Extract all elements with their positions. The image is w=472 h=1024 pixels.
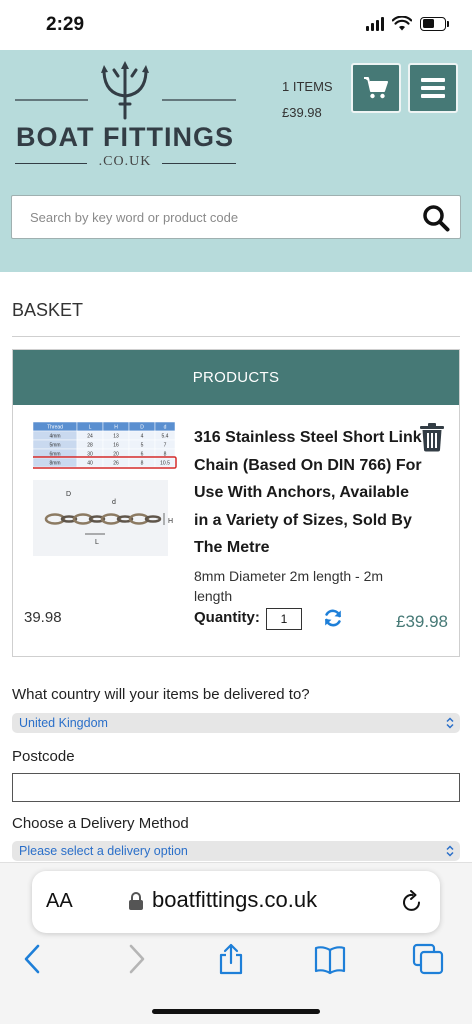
image-table-cell: 5: [141, 443, 144, 449]
divider: [12, 336, 460, 337]
menu-button[interactable]: [408, 63, 458, 113]
product-image[interactable]: Thread L H Dd4mm 24 13 4 5.45mm 28 16 5 76mm 30 20 6 88…: [33, 422, 183, 556]
search-input[interactable]: [12, 196, 412, 238]
image-table-cell: 26: [113, 461, 119, 467]
basket-table: PRODUCTS Thread L H Dd 4mm 24 13 4 5.4 5mm 28 16 5 7 6…: [12, 349, 460, 657]
page-title: BASKET: [12, 300, 84, 320]
search-bar: [11, 195, 461, 239]
image-table-cell: 8: [141, 461, 144, 467]
image-table-header: Thread: [47, 425, 63, 431]
diagram-label: L: [95, 539, 99, 546]
delivery-method-label: Choose a Delivery Method: [12, 815, 189, 832]
line-total: £39.98: [396, 612, 448, 631]
text-size-button[interactable]: AA: [46, 890, 73, 913]
reload-icon[interactable]: [400, 890, 424, 914]
browser-toolbar: AA boatfittings.co.uk: [0, 862, 472, 1024]
shopping-cart-icon: [364, 77, 388, 99]
country-label: What country will your items be delivere…: [12, 686, 310, 703]
home-indicator: [152, 1009, 320, 1014]
trident-icon: [15, 61, 236, 120]
image-table-cell: 8mm: [49, 461, 60, 467]
hamburger-menu-icon: [421, 78, 445, 98]
select-chevron-icon: [446, 845, 454, 857]
wifi-icon: [392, 16, 412, 31]
image-table-cell: 4: [141, 434, 144, 440]
browser-nav: [0, 943, 472, 975]
image-table-cell: 5.4: [162, 434, 169, 440]
image-table-cell: 13: [113, 434, 119, 440]
cart-item-count: 1 ITEMS: [282, 79, 333, 94]
country-select[interactable]: United Kingdom: [12, 713, 460, 733]
tabs-icon[interactable]: [412, 943, 444, 975]
back-arrow-icon[interactable]: [17, 943, 49, 975]
country-select-value: United Kingdom: [19, 716, 108, 730]
diagram-label: H: [168, 518, 173, 525]
image-table-cell: 40: [87, 461, 93, 467]
status-bar: 2:29: [0, 0, 472, 50]
quantity-label: Quantity:: [194, 609, 260, 626]
image-table-cell: 10.5: [160, 461, 170, 467]
image-table-cell: 28: [87, 443, 93, 449]
refresh-icon[interactable]: [323, 608, 343, 628]
products-header: PRODUCTS: [13, 350, 459, 405]
image-table-cell: 24: [87, 434, 93, 440]
image-table-header: H: [114, 425, 118, 431]
image-table-cell: 7: [164, 443, 167, 449]
logo-title: BOAT FITTINGS: [16, 122, 234, 152]
unit-price: 39.98: [24, 609, 62, 626]
status-icons: [366, 16, 449, 31]
site-logo[interactable]: BOAT FITTINGS .CO.UK: [10, 60, 240, 210]
image-table-cell: 4mm: [49, 434, 60, 440]
bookmarks-icon[interactable]: [314, 943, 346, 975]
cart-summary[interactable]: 1 ITEMS £39.98: [282, 74, 333, 126]
image-table-cell: 16: [113, 443, 119, 449]
battery-icon: [420, 16, 449, 31]
cart-button[interactable]: [351, 63, 401, 113]
diagram-label: d: [112, 499, 116, 506]
quantity-input[interactable]: [266, 608, 302, 630]
diagram-label: D: [66, 491, 71, 498]
product-variant: 8mm Diameter 2m length - 2m length: [194, 568, 384, 604]
address-bar[interactable]: AA boatfittings.co.uk: [32, 871, 440, 933]
image-table-header: D: [140, 425, 144, 431]
cart-total: £39.98: [282, 105, 322, 120]
url-text[interactable]: boatfittings.co.uk: [152, 887, 317, 913]
share-icon[interactable]: [215, 943, 247, 975]
image-table-header: L: [89, 425, 92, 431]
postcode-label: Postcode: [12, 748, 75, 765]
forward-arrow-icon[interactable]: [120, 943, 152, 975]
image-table-header: d: [164, 425, 167, 431]
status-time: 2:29: [46, 14, 85, 35]
select-chevron-icon: [446, 717, 454, 729]
lock-icon: [129, 892, 143, 910]
delivery-method-value: Please select a delivery option: [19, 844, 188, 858]
image-table-cell: 5mm: [49, 443, 60, 449]
delivery-method-select[interactable]: Please select a delivery option: [12, 841, 460, 861]
site-header: BOAT FITTINGS .CO.UK 1 ITEMS £39.98: [0, 50, 472, 272]
postcode-input[interactable]: [12, 773, 460, 802]
trash-icon[interactable]: [419, 422, 445, 452]
product-name[interactable]: 316 Stainless Steel Short Link Chain (Ba…: [194, 424, 426, 562]
cellular-signal-icon: [366, 16, 384, 31]
search-icon[interactable]: [422, 204, 450, 232]
logo-subtitle: .CO.UK: [98, 154, 152, 169]
